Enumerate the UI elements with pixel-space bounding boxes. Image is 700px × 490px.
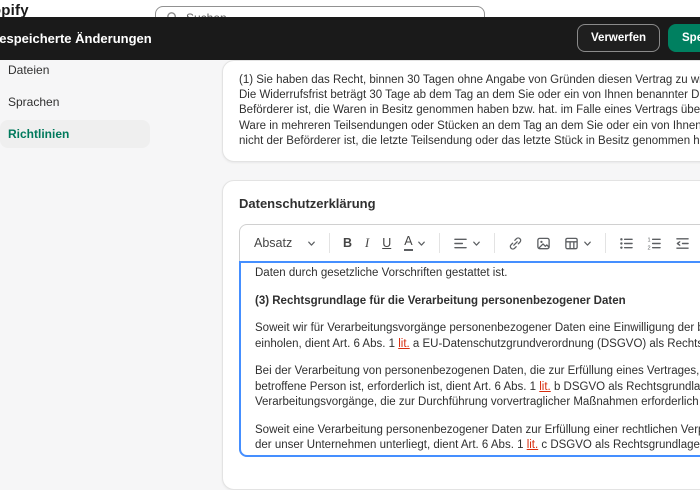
underline-icon: U — [382, 236, 392, 250]
bullet-list-icon — [619, 237, 634, 250]
policy-text-line: (1) Sie haben das Recht, binnen 30 Tagen… — [239, 74, 700, 86]
sidebar-item-dateien[interactable]: Dateien — [0, 56, 150, 84]
withdrawal-text: (1) Sie haben das Recht, binnen 30 Tagen… — [239, 73, 700, 149]
italic-button[interactable]: I — [359, 233, 375, 254]
text-color-dropdown[interactable]: A — [398, 232, 431, 253]
outdent-icon — [675, 237, 690, 250]
svg-text:1: 1 — [647, 237, 650, 243]
insert-table-dropdown[interactable] — [558, 233, 598, 254]
editor-paragraph: Soweit wir für Verarbeitungsvorgänge per… — [255, 322, 700, 350]
bold-button[interactable]: B — [337, 233, 358, 253]
link-icon — [508, 236, 523, 251]
chevron-down-icon — [307, 239, 316, 248]
text-color-icon: A — [404, 235, 413, 251]
privacy-card-title: Datenschutzerklärung — [239, 196, 376, 211]
chevron-down-icon — [417, 239, 426, 248]
discard-button[interactable]: Verwerfen — [577, 24, 660, 52]
bullet-list-button[interactable] — [613, 234, 640, 253]
editor-paragraph: Bei der Verarbeitung von personenbezogen… — [255, 365, 700, 408]
image-icon — [536, 236, 551, 251]
unsaved-changes-bar: Ungespeicherte Änderungen Verwerfen Spei… — [0, 17, 700, 60]
indent-button[interactable] — [697, 234, 700, 253]
align-left-icon — [453, 237, 468, 250]
save-button[interactable]: Speichern — [668, 24, 700, 52]
editor-paragraph: Daten durch gesetzliche Vorschriften ges… — [255, 267, 508, 279]
numbered-list-icon: 12 — [647, 237, 662, 250]
table-icon — [564, 236, 579, 251]
editor-body[interactable]: Daten durch gesetzliche Vorschriften ges… — [239, 261, 700, 457]
toolbar-divider — [604, 233, 606, 253]
policy-text-line: Ware in mehreren Teilsendungen oder Stüc… — [239, 119, 700, 132]
withdrawal-policy-card[interactable]: (1) Sie haben das Recht, binnen 30 Tagen… — [222, 60, 700, 163]
paragraph-style-dropdown[interactable]: Absatz — [248, 233, 322, 253]
unsaved-changes-title: Ungespeicherte Änderungen — [0, 31, 152, 46]
policy-text-line: nicht der Beförderer ist, die letzte Tei… — [239, 134, 700, 147]
paragraph-style-label: Absatz — [254, 236, 293, 250]
editor-toolbar: Absatz B I U A 1 2 — [240, 225, 700, 261]
chevron-down-icon — [583, 239, 592, 248]
toolbar-divider — [438, 233, 440, 253]
svg-text:2: 2 — [647, 245, 650, 250]
editor-paragraph: (3) Rechtsgrundlage für die Verarbeitung… — [255, 294, 626, 307]
settings-nav: Dateien Sprachen Richtlinien — [0, 56, 150, 148]
editor-paragraph: Soweit eine Verarbeitung personenbezogen… — [255, 423, 700, 452]
privacy-policy-card: Datenschutzerklärung Absatz B I U A 1 2 … — [222, 180, 700, 490]
save-bar-actions: Verwerfen Speichern — [577, 24, 700, 52]
policy-text-line: Die Widerrufsfrist beträgt 30 Tage ab de… — [239, 89, 700, 102]
underline-button[interactable]: U — [376, 233, 397, 253]
policy-text-line: Beförderer ist, die Waren in Besitz geno… — [239, 104, 700, 117]
insert-link-button[interactable] — [502, 233, 529, 254]
insert-image-button[interactable] — [530, 233, 557, 254]
sidebar-item-sprachen[interactable]: Sprachen — [0, 88, 150, 116]
italic-icon: I — [365, 235, 370, 250]
chevron-down-icon — [472, 239, 481, 248]
bold-icon: B — [343, 236, 353, 250]
outdent-button[interactable] — [669, 234, 696, 253]
rich-text-editor: Absatz B I U A 1 2 Daten durch gesetzlic… — [239, 224, 700, 457]
toolbar-divider — [493, 233, 495, 253]
numbered-list-button[interactable]: 12 — [641, 234, 668, 253]
toolbar-divider — [329, 233, 330, 253]
alignment-dropdown[interactable] — [447, 234, 487, 253]
sidebar-item-richtlinien[interactable]: Richtlinien — [0, 120, 150, 148]
